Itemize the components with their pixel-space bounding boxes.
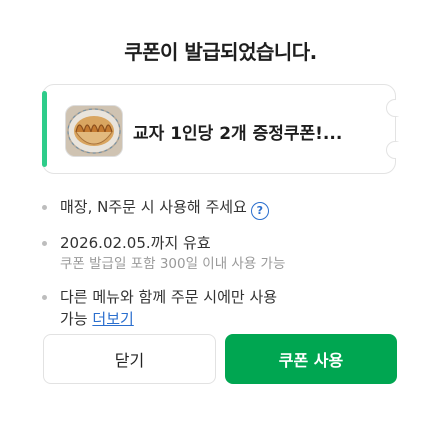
note-usage: 매장, N주문 시 사용해 주세요? [42,196,402,220]
notch-mask-top [396,98,405,116]
bullet-dot [42,205,47,210]
coupon-issued-dialog: 쿠폰이 발급되었습니다. 교자 1인당 2개 증정쿠폰!... 매장, N주문 … [0,0,441,442]
note-validity-text: 2026.02.05.까지 유효 [60,234,211,252]
bullet-dot [42,241,47,246]
note-restriction-text2: 가능 [60,310,88,328]
note-restriction-text: 다른 메뉴와 함께 주문 시에만 사용 [60,288,278,306]
note-validity-sub: 쿠폰 발급일 포함 300일 이내 사용 가능 [60,256,286,272]
dumpling-image [65,105,123,157]
more-link[interactable]: 더보기 [92,310,133,328]
note-restriction: 다른 메뉴와 함께 주문 시에만 사용 가능 더보기 [42,286,402,330]
dialog-title: 쿠폰이 발급되었습니다. [124,40,317,64]
coupon-accent-bar [42,91,47,167]
close-button[interactable]: 닫기 [43,334,216,384]
note-usage-text: 매장, N주문 시 사용해 주세요 [60,198,247,216]
coupon-notes: 매장, N주문 시 사용해 주세요? 2026.02.05.까지 유효 쿠폰 발… [42,196,402,342]
help-icon[interactable]: ? [250,202,269,220]
notch-mask-bottom [396,142,405,160]
coupon-name: 교자 1인당 2개 증정쿠폰!... [133,124,343,144]
note-validity: 2026.02.05.까지 유효 쿠폰 발급일 포함 300일 이내 사용 가능 [42,232,402,274]
bullet-dot [42,295,47,300]
use-coupon-button[interactable]: 쿠폰 사용 [225,334,397,384]
coupon-card: 교자 1인당 2개 증정쿠폰!... [42,84,405,174]
